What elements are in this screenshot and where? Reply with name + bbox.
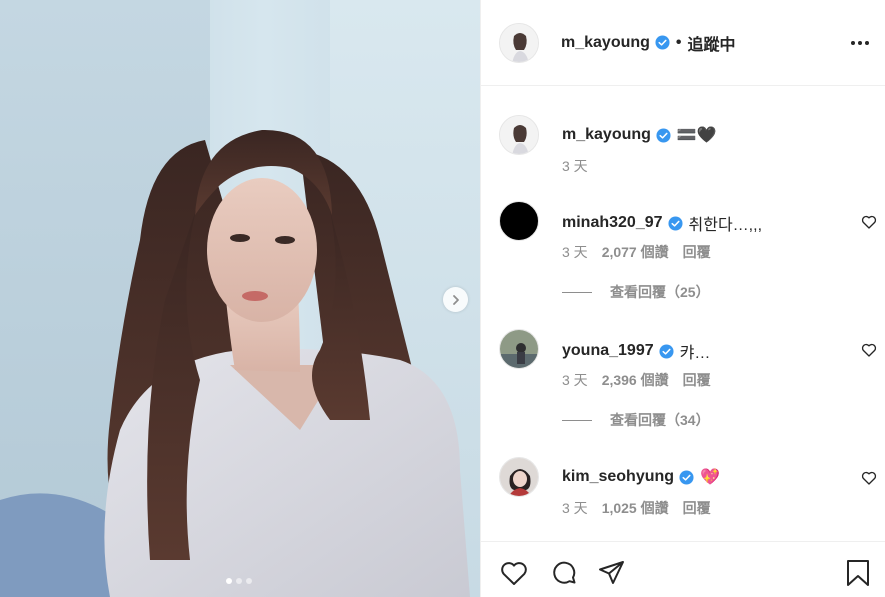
replies-dash bbox=[562, 419, 592, 421]
header-separator: • bbox=[675, 33, 682, 51]
more-dot bbox=[851, 40, 855, 45]
comment-line: minah320_97 취한다…,,, bbox=[562, 211, 762, 235]
avatar-image bbox=[500, 330, 538, 368]
comment-username[interactable]: kim_seohyung bbox=[562, 468, 674, 486]
heart-icon[interactable] bbox=[499, 558, 529, 588]
comment-username[interactable]: minah320_97 bbox=[562, 214, 663, 232]
post-photo[interactable] bbox=[0, 0, 480, 597]
send-icon[interactable] bbox=[597, 558, 627, 588]
comment-likes[interactable]: 2,077 個讚 bbox=[602, 242, 669, 262]
comment-time[interactable]: 3 天 bbox=[562, 498, 588, 518]
commenter-avatar[interactable] bbox=[499, 201, 539, 241]
caption-line: m_kayoung 🟰🖤 bbox=[562, 125, 717, 145]
verified-badge-icon bbox=[656, 127, 671, 143]
verified-badge-icon bbox=[659, 343, 674, 359]
more-options-icon[interactable] bbox=[851, 40, 869, 45]
post-side-panel: m_kayoung • 追蹤中 m_kayoung 🟰🖤 3 天 minah32… bbox=[480, 0, 885, 597]
view-replies-label: 查看回覆（25） bbox=[610, 284, 710, 300]
bookmark-icon[interactable] bbox=[843, 558, 873, 588]
chevron-right-icon bbox=[452, 294, 459, 305]
commenter-avatar[interactable] bbox=[499, 457, 539, 497]
comment-line: kim_seohyung 💖 bbox=[562, 467, 720, 487]
comment-time[interactable]: 3 天 bbox=[562, 242, 588, 262]
replies-dash bbox=[562, 291, 592, 293]
heart-icon[interactable] bbox=[861, 342, 877, 358]
carousel-dot bbox=[246, 578, 252, 584]
carousel-dot-active bbox=[226, 578, 232, 584]
comment-line: youna_1997 캬… bbox=[562, 339, 710, 363]
carousel-dot bbox=[236, 578, 242, 584]
author-info: m_kayoung • 追蹤中 bbox=[561, 31, 736, 55]
view-replies-button[interactable]: 查看回覆（34） bbox=[562, 410, 710, 430]
verified-badge-icon bbox=[655, 35, 670, 50]
comment-meta: 3 天 2,396 個讚 回覆 bbox=[562, 370, 711, 390]
comment-text: 캬… bbox=[679, 345, 711, 362]
portrait-figure bbox=[0, 129, 470, 597]
comments-list[interactable]: m_kayoung 🟰🖤 3 天 minah320_97 취한다…,,, 3 天… bbox=[481, 87, 885, 541]
post-action-bar bbox=[481, 541, 885, 597]
avatar-image bbox=[500, 458, 538, 496]
verified-badge-icon bbox=[679, 469, 694, 485]
commenter-avatar[interactable] bbox=[499, 329, 539, 369]
follow-status-button[interactable]: 追蹤中 bbox=[688, 31, 736, 55]
comment-likes[interactable]: 1,025 個讚 bbox=[602, 498, 669, 518]
heart-icon[interactable] bbox=[861, 214, 877, 230]
comment-username[interactable]: youna_1997 bbox=[562, 342, 654, 360]
comment-text: 취한다…,,, bbox=[688, 217, 763, 234]
post-header: m_kayoung • 追蹤中 bbox=[481, 0, 885, 86]
instagram-post: m_kayoung • 追蹤中 m_kayoung 🟰🖤 3 天 minah32… bbox=[0, 0, 885, 597]
avatar-image bbox=[500, 23, 538, 62]
reply-button[interactable]: 回覆 bbox=[683, 370, 711, 390]
verified-badge-icon bbox=[667, 215, 683, 231]
comment-likes[interactable]: 2,396 個讚 bbox=[602, 370, 669, 390]
comment-icon[interactable] bbox=[549, 558, 579, 588]
author-username[interactable]: m_kayoung bbox=[561, 34, 650, 52]
comment-time[interactable]: 3 天 bbox=[562, 370, 588, 390]
more-dot bbox=[858, 40, 862, 45]
comment-text: 💖 bbox=[700, 469, 720, 486]
carousel-indicator bbox=[226, 578, 252, 584]
next-photo-button[interactable] bbox=[443, 287, 468, 312]
reply-button[interactable]: 回覆 bbox=[683, 498, 711, 518]
heart-icon[interactable] bbox=[861, 470, 877, 486]
caption-meta: 3 天 bbox=[562, 156, 588, 176]
comment-meta: 3 天 2,077 個讚 回覆 bbox=[562, 242, 711, 262]
more-dot bbox=[865, 40, 869, 45]
caption-avatar[interactable] bbox=[499, 115, 539, 155]
avatar-image bbox=[500, 116, 538, 154]
author-avatar[interactable] bbox=[499, 22, 539, 63]
view-replies-button[interactable]: 查看回覆（25） bbox=[562, 282, 710, 302]
caption-time[interactable]: 3 天 bbox=[562, 156, 588, 176]
caption-text: 🟰🖤 bbox=[676, 127, 717, 144]
reply-button[interactable]: 回覆 bbox=[683, 242, 711, 262]
comment-meta: 3 天 1,025 個讚 回覆 bbox=[562, 498, 711, 518]
view-replies-label: 查看回覆（34） bbox=[610, 412, 710, 428]
caption-username[interactable]: m_kayoung bbox=[562, 126, 651, 144]
